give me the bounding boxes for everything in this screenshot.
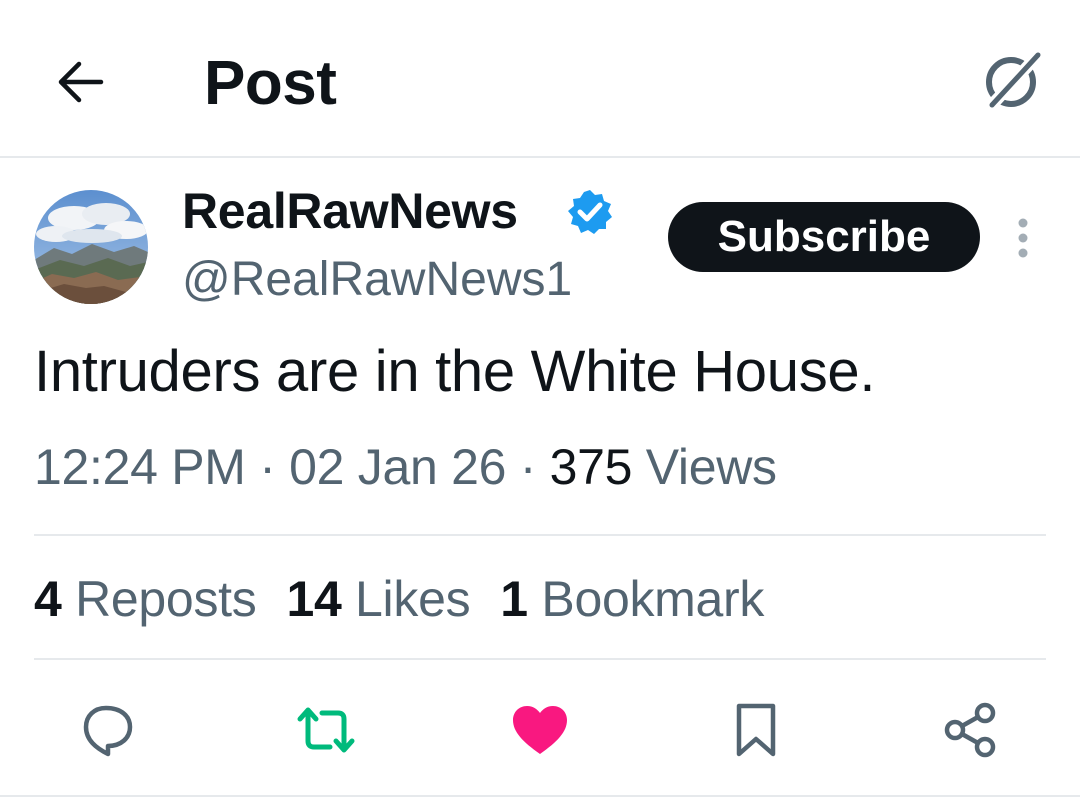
reposts-label: Reposts [75,571,257,627]
likes-stat[interactable]: 14 Likes [286,571,470,627]
like-button[interactable] [500,690,580,770]
bookmarks-count: 1 [500,571,528,627]
views-count: 375 [549,439,633,495]
subscribe-button[interactable]: Subscribe [668,202,980,272]
bookmarks-stat[interactable]: 1 Bookmark [500,571,764,627]
author-handle[interactable]: @RealRawNews1 [182,250,572,310]
meta-divider [34,534,1046,536]
post-time[interactable]: 12:24 PM [34,439,246,495]
likes-label: Likes [355,571,471,627]
post-text: Intruders are in the White House. [34,339,876,404]
more-options-button[interactable] [1000,206,1046,270]
reposts-count: 4 [34,571,62,627]
back-button[interactable] [40,42,120,122]
verified-badge-icon [566,188,614,236]
share-icon [944,702,996,758]
post-meta: 12:24 PM · 02 Jan 26 · 375 Views [34,434,777,500]
heart-icon [513,706,567,754]
reply-button[interactable] [68,690,148,770]
share-button[interactable] [930,690,1010,770]
engagement-stats: 4 Reposts 14 Likes 1 Bookmark [34,566,794,632]
header-divider [0,156,1080,158]
repost-icon [297,707,355,753]
meta-separator: · [519,439,550,495]
reply-icon [83,705,133,757]
page-title: Post [204,49,337,118]
likes-count: 14 [286,571,342,627]
post-date[interactable]: 02 Jan 26 [289,439,506,495]
mountain-landscape-image [34,190,148,304]
meta-separator: · [259,439,290,495]
arrow-left-icon [58,61,104,103]
views-label: Views [645,439,777,495]
reposts-stat[interactable]: 4 Reposts [34,571,257,627]
grok-button[interactable] [968,40,1058,120]
repost-button[interactable] [286,690,366,770]
avatar[interactable] [34,190,148,304]
stats-divider [34,658,1046,660]
more-vertical-icon [1018,218,1028,258]
grok-icon [984,47,1046,113]
author-display-name[interactable]: RealRawNews [182,180,518,242]
bookmark-button[interactable] [716,690,796,770]
bookmark-icon [736,703,776,757]
bookmarks-label: Bookmark [541,571,765,627]
